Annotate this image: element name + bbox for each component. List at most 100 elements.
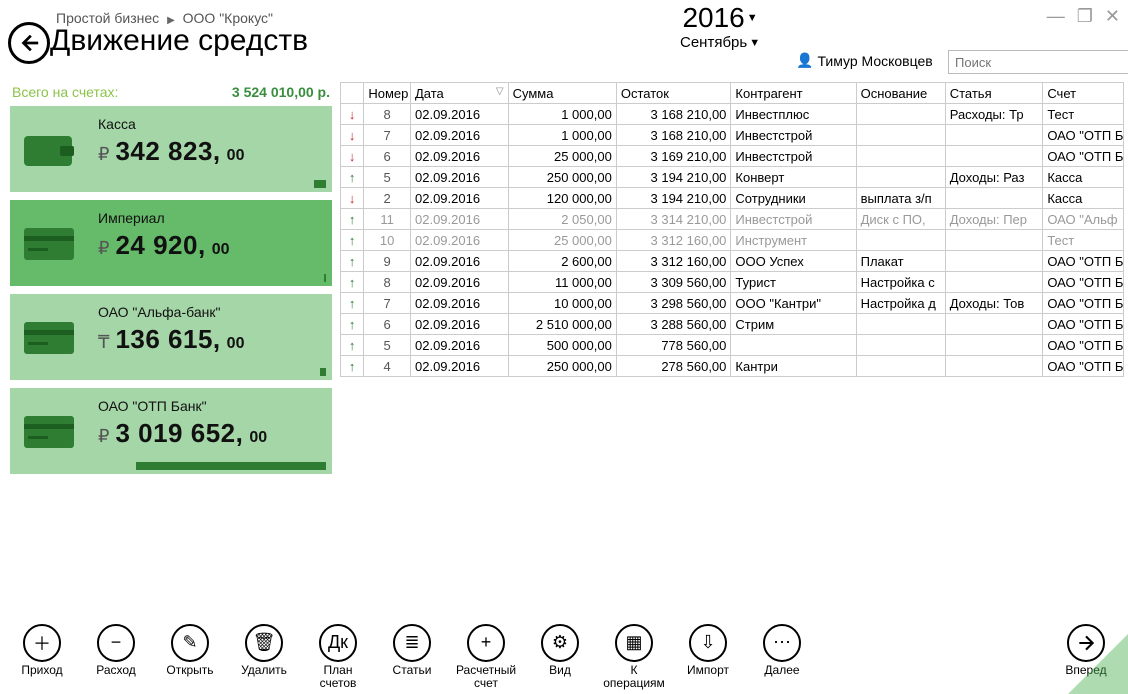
page-title: Движение средств: [50, 24, 308, 58]
articles-icon: ≣: [393, 624, 431, 662]
account-balance: ₽342 823,00: [98, 136, 318, 167]
balance-bar: [136, 462, 326, 470]
back-button[interactable]: [8, 22, 50, 64]
direction-icon: ↓: [341, 146, 364, 167]
maximize-button[interactable]: ❐: [1077, 6, 1093, 27]
table-row[interactable]: ↑1002.09.201625 000,003 312 160,00Инстру…: [341, 230, 1124, 251]
table-row[interactable]: ↑602.09.20162 510 000,003 288 560,00Стри…: [341, 314, 1124, 335]
col-balance[interactable]: Остаток: [616, 83, 731, 104]
expense-button[interactable]: − Расход: [88, 624, 144, 677]
toops-icon: ▦: [615, 624, 653, 662]
table-row[interactable]: ↑702.09.201610 000,003 298 560,00ООО "Ка…: [341, 293, 1124, 314]
delete-button[interactable]: 🗑 Удалить: [236, 624, 292, 677]
arrow-left-icon: [18, 32, 40, 54]
table-row[interactable]: ↑902.09.20162 600,003 312 160,00ООО Успе…: [341, 251, 1124, 272]
sort-desc-icon: ▽: [496, 86, 504, 97]
table-row[interactable]: ↓602.09.201625 000,003 169 210,00Инвестс…: [341, 146, 1124, 167]
direction-icon: ↑: [341, 314, 364, 335]
account-name: Империал: [98, 210, 318, 226]
direction-icon: ↑: [341, 251, 364, 272]
year-selector[interactable]: 2016▼: [682, 2, 757, 34]
account-card[interactable]: Касса ₽342 823,00: [10, 106, 332, 192]
user-menu[interactable]: 👤 Тимур Московцев: [796, 52, 933, 69]
account-name: ОАО "Альфа-банк": [98, 304, 318, 320]
table-row[interactable]: ↓202.09.2016120 000,003 194 210,00Сотруд…: [341, 188, 1124, 209]
direction-icon: ↑: [341, 167, 364, 188]
account-card[interactable]: ОАО "Альфа-банк"₸136 615,00: [10, 294, 332, 380]
import-button[interactable]: ⇩Импорт: [680, 624, 736, 677]
income-button[interactable]: ＋ Приход: [14, 624, 70, 677]
chevron-down-icon: ▼: [747, 12, 758, 24]
table-row[interactable]: ↓802.09.20161 000,003 168 210,00Инвестпл…: [341, 104, 1124, 125]
direction-icon: ↑: [341, 335, 364, 356]
view-button[interactable]: ⚙ Вид: [532, 624, 588, 677]
wallet-icon: [22, 130, 78, 170]
account-card[interactable]: Империал ₽24 920,00: [10, 200, 332, 286]
month-selector[interactable]: Сентябрь▼: [680, 34, 760, 51]
table-row[interactable]: ↑502.09.2016250 000,003 194 210,00Конвер…: [341, 167, 1124, 188]
card-icon: [22, 412, 78, 452]
col-arrow[interactable]: [341, 83, 364, 104]
card-icon: [22, 318, 78, 358]
plan-icon: Дк: [319, 624, 357, 662]
direction-icon: ↑: [341, 209, 364, 230]
col-date[interactable]: Дата▽: [411, 83, 509, 104]
import-icon: ⇩: [689, 624, 727, 662]
col-account[interactable]: Счет: [1043, 83, 1124, 104]
close-button[interactable]: ✕: [1105, 6, 1120, 27]
account-button[interactable]: +Расчетныйсчет: [458, 624, 514, 690]
tool-label: К операциям: [603, 664, 665, 690]
direction-icon: ↑: [341, 230, 364, 251]
delete-icon: 🗑: [245, 624, 283, 662]
direction-icon: ↓: [341, 125, 364, 146]
year-value: 2016: [682, 2, 744, 34]
tool-label: Вид: [549, 664, 571, 677]
corner-accent: [1068, 634, 1128, 694]
plan-button[interactable]: ДкПлансчетов: [310, 624, 366, 690]
more-icon: ⋯: [763, 624, 801, 662]
chevron-down-icon: ▼: [749, 37, 760, 49]
card-icon: [22, 224, 78, 264]
view-icon: ⚙: [541, 624, 579, 662]
col-basis[interactable]: Основание: [856, 83, 945, 104]
account-icon: +: [467, 624, 505, 662]
col-article[interactable]: Статья: [945, 83, 1043, 104]
col-counterparty[interactable]: Контрагент: [731, 83, 856, 104]
minimize-button[interactable]: —: [1047, 6, 1065, 27]
account-balance: ₽24 920,00: [98, 230, 318, 261]
direction-icon: ↓: [341, 188, 364, 209]
income-icon: ＋: [23, 624, 61, 662]
expense-icon: −: [97, 624, 135, 662]
account-card[interactable]: ОАО "ОТП Банк" ₽3 019 652,00: [10, 388, 332, 474]
direction-icon: ↑: [341, 272, 364, 293]
direction-icon: ↓: [341, 104, 364, 125]
table-row[interactable]: ↑402.09.2016250 000,00278 560,00КантриОА…: [341, 356, 1124, 377]
col-sum[interactable]: Сумма: [508, 83, 616, 104]
toops-button[interactable]: ▦К операциям: [606, 624, 662, 690]
balance-bar: [314, 180, 326, 188]
table-row[interactable]: ↓702.09.20161 000,003 168 210,00Инвестст…: [341, 125, 1124, 146]
tool-label: Плансчетов: [320, 664, 357, 690]
articles-button[interactable]: ≣Статьи: [384, 624, 440, 677]
table-row[interactable]: ↑802.09.201611 000,003 309 560,00ТуристН…: [341, 272, 1124, 293]
col-number[interactable]: Номер: [364, 83, 411, 104]
person-icon: 👤: [796, 52, 813, 69]
search-input[interactable]: [948, 50, 1128, 74]
account-balance: ₽3 019 652,00: [98, 418, 318, 449]
tool-label: Удалить: [241, 664, 287, 677]
table-row[interactable]: ↑1102.09.20162 050,003 314 210,00Инвестс…: [341, 209, 1124, 230]
account-name: Касса: [98, 116, 318, 132]
tool-label: Открыть: [166, 664, 213, 677]
open-icon: ✎: [171, 624, 209, 662]
transactions-table[interactable]: Номер Дата▽ Сумма Остаток Контрагент Осн…: [340, 82, 1124, 377]
total-row: Всего на счетах: 3 524 010,00 р.: [10, 82, 332, 106]
open-button[interactable]: ✎ Открыть: [162, 624, 218, 677]
more-button[interactable]: ⋯ Далее: [754, 624, 810, 677]
balance-bar: [320, 368, 326, 376]
tool-label: Далее: [764, 664, 799, 677]
tool-label: Расход: [96, 664, 136, 677]
account-name: ОАО "ОТП Банк": [98, 398, 318, 414]
user-name: Тимур Московцев: [817, 53, 932, 69]
table-row[interactable]: ↑502.09.2016500 000,00778 560,00ОАО "ОТП…: [341, 335, 1124, 356]
tool-label: Приход: [21, 664, 62, 677]
